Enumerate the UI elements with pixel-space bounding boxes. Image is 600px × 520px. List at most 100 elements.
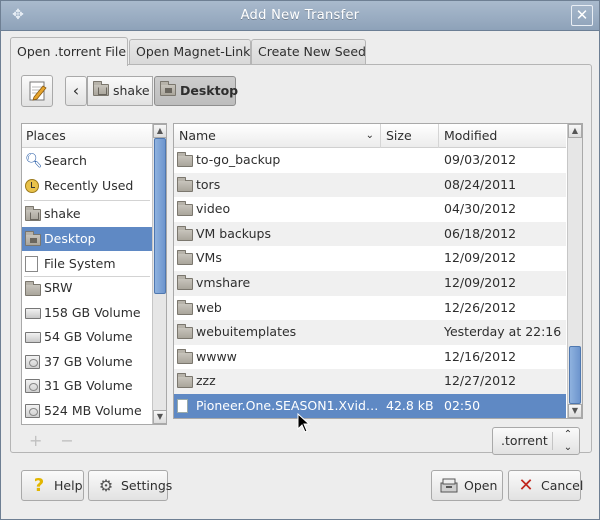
folder-icon <box>177 176 193 192</box>
crumb-desktop[interactable]: Desktop <box>154 76 239 106</box>
remove-place-button[interactable]: − <box>60 431 91 450</box>
file-type-filter-select[interactable]: .torrent ⌃ ⌄ <box>492 427 580 455</box>
place-37gb-volume[interactable]: 37 GB Volume <box>22 350 152 374</box>
file-modified: 12/09/2012 <box>444 250 517 266</box>
type-location-button[interactable] <box>21 75 53 107</box>
file-modified: 12/26/2012 <box>444 299 517 315</box>
file-list-scrollbar[interactable]: ▲ ▼ <box>567 124 582 418</box>
close-button[interactable]: ✕ <box>571 5 593 26</box>
file-modified: 06/18/2012 <box>444 225 517 241</box>
file-modified: 08/24/2011 <box>444 176 517 192</box>
scroll-thumb[interactable] <box>569 346 581 404</box>
updown-chevron-icon: ⌃ ⌄ <box>563 429 573 453</box>
column-name-label: Name <box>179 128 216 143</box>
file-name: tors <box>196 176 221 192</box>
places-pane: Places 🔍︎ Search Recently Used shake Des… <box>21 123 167 425</box>
file-name: zzz <box>196 373 216 389</box>
place-524mb-volume[interactable]: 524 MB Volume <box>22 399 152 423</box>
place-label: SRW <box>44 280 73 295</box>
file-row[interactable]: video 04/30/2012 <box>174 197 566 222</box>
chevron-left-icon: ‹ <box>72 81 80 100</box>
file-row[interactable]: zzz 12/27/2012 <box>174 369 566 394</box>
drive-icon <box>25 308 41 319</box>
file-row[interactable]: tors 08/24/2011 <box>174 172 566 198</box>
place-srw[interactable]: SRW <box>22 276 152 300</box>
external-drive-icon <box>25 404 40 418</box>
scroll-up-arrow[interactable]: ▲ <box>568 124 582 138</box>
place-31gb-volume[interactable]: 31 GB Volume <box>22 374 152 398</box>
file-modified: 04/30/2012 <box>444 201 517 217</box>
file-modified: Yesterday at 22:16 <box>444 324 562 340</box>
place-label: Recently Used <box>44 178 134 193</box>
place-label: 31 GB Volume <box>44 378 133 393</box>
crumb-shake[interactable]: shake <box>87 76 153 106</box>
place-file-system[interactable]: File System <box>22 252 152 276</box>
place-search[interactable]: 🔍︎ Search <box>22 149 152 173</box>
file-row-selected[interactable]: Pioneer.One.SEASON1.Xvid-... 42.8 kB 02:… <box>174 394 566 418</box>
close-icon: ✕ <box>575 6 589 24</box>
file-row[interactable]: vmshare 12/09/2012 <box>174 271 566 296</box>
file-row[interactable]: wwww 12/16/2012 <box>174 345 566 370</box>
file-name: webuitemplates <box>196 324 297 340</box>
scroll-down-arrow[interactable]: ▼ <box>153 410 166 424</box>
file-name: wwww <box>196 348 237 364</box>
file-size: 42.8 kB <box>386 398 434 413</box>
file-modified: 12/09/2012 <box>444 275 517 290</box>
file-list: Name ⌄ Size Modified to-go_backup 09/03/… <box>173 123 583 419</box>
file-row[interactable]: webuitemplates Yesterday at 22:16 <box>174 320 566 345</box>
file-modified: 12/16/2012 <box>444 348 517 364</box>
place-label: 524 MB Volume <box>44 403 142 418</box>
add-place-button[interactable]: + <box>29 431 60 450</box>
file-name: video <box>196 201 231 217</box>
external-drive-icon <box>25 355 40 369</box>
file-row[interactable]: web 12/26/2012 <box>174 296 566 321</box>
cancel-button[interactable]: ✕ Cancel <box>508 470 583 501</box>
scroll-down-arrow[interactable]: ▼ <box>568 404 582 418</box>
help-button[interactable]: ? Help <box>21 470 84 501</box>
open-label: Open <box>464 478 498 493</box>
add-transfer-dialog: ✥ Add New Transfer ✕ Open .torrent File … <box>0 0 600 520</box>
crumb-label: Desktop <box>180 83 239 98</box>
path-back-button[interactable]: ‹ <box>65 76 87 106</box>
file-name: vmshare <box>196 275 251 290</box>
place-desktop[interactable]: Desktop <box>22 227 152 251</box>
tab-create-new-seed[interactable]: Create New Seed <box>251 39 366 65</box>
filesystem-icon <box>25 256 38 272</box>
file-modified: 12/27/2012 <box>444 373 517 389</box>
place-158gb-volume[interactable]: 158 GB Volume <box>22 301 152 325</box>
column-name[interactable]: Name ⌄ <box>174 124 381 148</box>
search-icon: 🔍︎ <box>25 153 43 169</box>
place-shake[interactable]: shake <box>22 202 152 226</box>
tab-open-magnet-link[interactable]: Open Magnet-Link <box>129 39 251 65</box>
scroll-thumb[interactable] <box>154 138 166 294</box>
open-button[interactable]: Open <box>431 470 503 501</box>
file-row[interactable]: to-go_backup 09/03/2012 <box>174 148 566 173</box>
places-scrollbar[interactable]: ▲ ▼ <box>152 124 166 424</box>
file-row[interactable]: VM backups 06/18/2012 <box>174 221 566 247</box>
place-recently-used[interactable]: Recently Used <box>22 174 152 198</box>
column-size[interactable]: Size <box>381 124 439 148</box>
column-modified[interactable]: Modified <box>439 124 566 148</box>
settings-gear-icon: ⚙ <box>98 476 114 495</box>
place-54gb-volume[interactable]: 54 GB Volume <box>22 325 152 349</box>
settings-button[interactable]: ⚙ Settings <box>88 470 172 501</box>
file-row[interactable]: VMs 12/09/2012 <box>174 246 566 271</box>
places-add-remove: +− <box>29 431 92 450</box>
home-folder-icon <box>25 206 41 221</box>
scroll-up-arrow[interactable]: ▲ <box>153 124 166 138</box>
place-label: 37 GB Volume <box>44 354 133 369</box>
external-drive-icon <box>25 379 40 393</box>
settings-label: Settings <box>121 478 173 493</box>
pencil-edit-icon <box>29 81 47 101</box>
tab-open-torrent-file[interactable]: Open .torrent File <box>10 37 128 66</box>
desktop-folder-icon <box>160 81 176 96</box>
place-label: shake <box>44 206 81 221</box>
title-bar[interactable]: ✥ Add New Transfer ✕ <box>1 1 599 31</box>
drive-icon <box>25 332 41 343</box>
file-name: VMs <box>196 250 222 266</box>
places-header[interactable]: Places <box>22 124 152 148</box>
place-label: 158 GB Volume <box>44 305 141 320</box>
folder-icon <box>177 373 193 389</box>
folder-icon <box>177 225 193 241</box>
folder-icon <box>177 152 193 167</box>
